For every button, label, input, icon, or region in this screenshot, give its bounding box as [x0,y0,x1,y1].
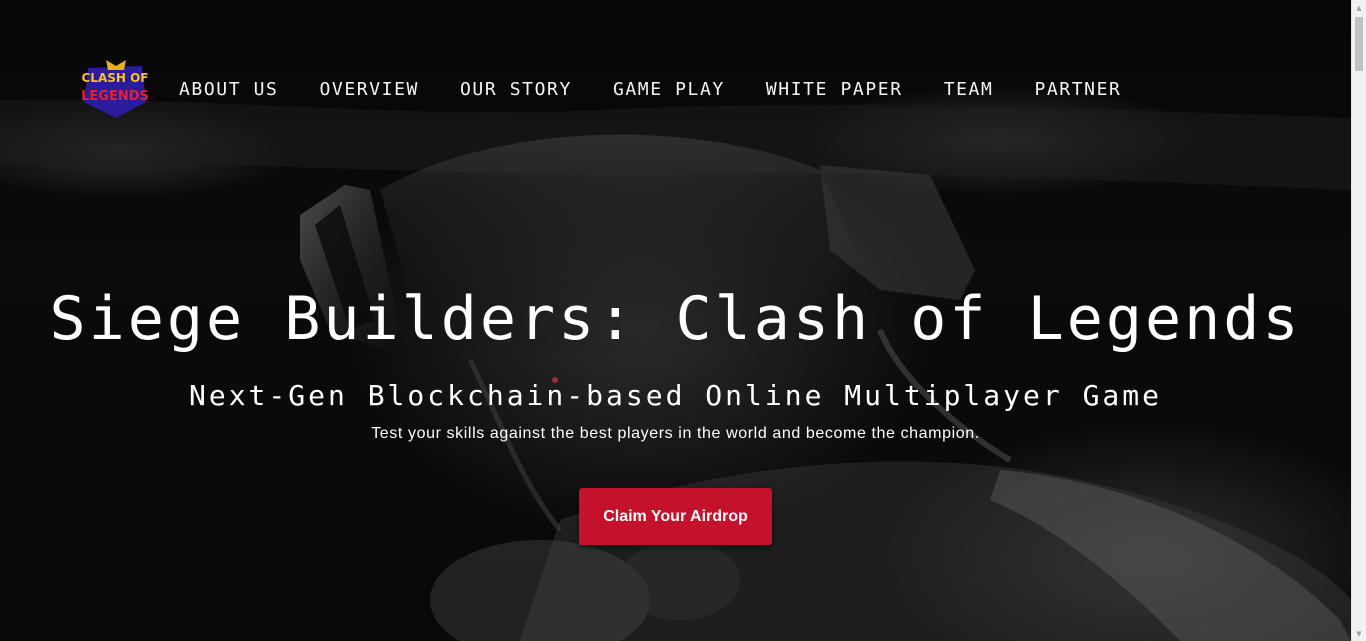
hero-title: Siege Builders: Clash of Legends [49,284,1302,354]
scroll-down-arrow-icon[interactable]: ▼ [1352,626,1366,641]
page-scrollbar[interactable]: ▲ ▼ [1351,0,1366,641]
scroll-up-arrow-icon[interactable]: ▲ [1352,0,1366,15]
hero-section: Siege Builders: Clash of Legends Next-Ge… [0,0,1351,641]
claim-airdrop-button[interactable]: Claim Your Airdrop [579,488,772,545]
scrollbar-thumb[interactable] [1355,17,1363,71]
hero-subtitle: Next-Gen Blockchain-based Online Multipl… [188,379,1162,412]
hero-description: Test your skills against the best player… [371,425,980,442]
page: CLASH OF LEGENDS ABOUT US OVERVIEW OUR S… [0,0,1366,641]
